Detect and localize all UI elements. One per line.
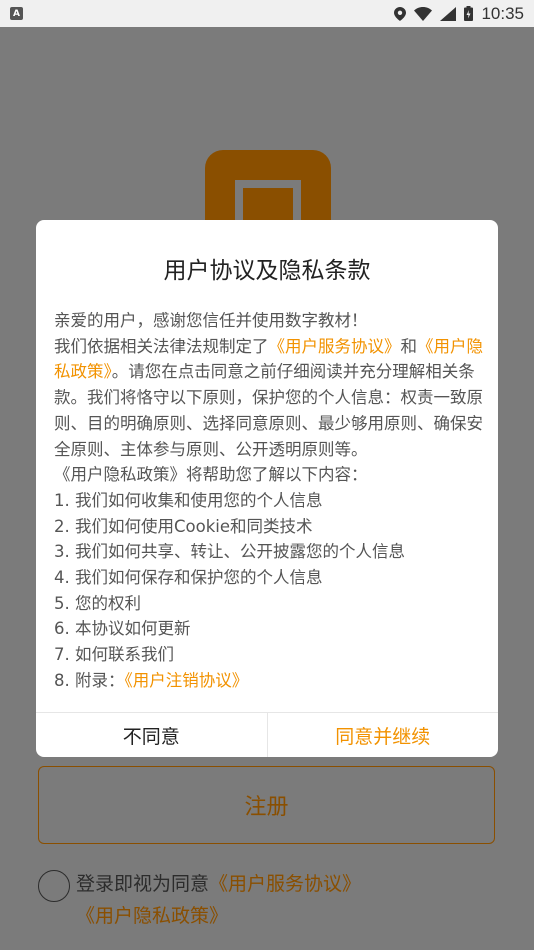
status-bar: A 10:35	[0, 0, 534, 27]
list-item: 7. 如何联系我们	[54, 645, 174, 665]
service-agreement-link[interactable]: 《用户服务协议》	[269, 337, 401, 356]
clock-time: 10:35	[481, 3, 524, 23]
signal-icon	[440, 6, 457, 21]
battery-icon	[464, 6, 474, 21]
list-item: 1. 我们如何收集和使用您的个人信息	[54, 490, 323, 510]
consent-checkbox[interactable]	[38, 870, 70, 902]
consent-text: 登录即视为同意	[76, 873, 210, 895]
and-text: 和	[400, 336, 418, 356]
privacy-policy-link[interactable]: 《用户隐私政策》	[76, 905, 228, 927]
list-item: 5. 您的权利	[54, 593, 141, 613]
list-item: 6. 本协议如何更新	[54, 619, 191, 639]
notification-icon: A	[10, 7, 23, 20]
account-cancellation-link[interactable]: 《用户注销协议》	[125, 671, 249, 690]
list-item: 3. 我们如何共享、转让、公开披露您的个人信息	[54, 542, 405, 562]
register-button-label: 注册	[244, 795, 289, 820]
list-item: 2. 我们如何使用Cookie和同类技术	[54, 516, 313, 536]
greeting-text: 亲爱的用户，感谢您信任并使用数字教材！	[54, 311, 368, 330]
list-item: 8. 附录：《用户注销协议》	[54, 668, 484, 694]
consent-row: 登录即视为同意《用户服务协议》《用户隐私政策》	[38, 868, 498, 932]
agree-continue-button[interactable]: 同意并继续	[268, 713, 499, 757]
dialog-footer: 不同意 同意并继续	[36, 712, 498, 757]
service-agreement-link[interactable]: 《用户服务协议》	[209, 873, 361, 895]
location-icon	[394, 6, 407, 21]
intro-suffix: 。请您在点击同意之前仔细阅读并充分理解相关条款。我们将恪守以下原则，保护您的个人…	[54, 362, 483, 459]
dialog-title: 用户协议及隐私条款	[163, 258, 371, 284]
help-line: 《用户隐私政策》将帮助您了解以下内容：	[54, 465, 368, 485]
privacy-dialog: 用户协议及隐私条款 亲爱的用户，感谢您信任并使用数字教材！ 我们依据相关法律法规…	[36, 220, 498, 757]
item8-prefix: 8. 附录：	[54, 670, 125, 690]
wifi-icon	[414, 6, 433, 21]
status-icons: 10:35	[394, 4, 524, 24]
register-button[interactable]: 注册	[38, 766, 495, 844]
disagree-button[interactable]: 不同意	[36, 713, 268, 757]
list-item: 4. 我们如何保存和保护您的个人信息	[54, 568, 323, 588]
intro-paragraph: 我们依据相关法律法规制定了《用户服务协议》和《用户隐私政策》。请您在点击同意之前…	[54, 334, 484, 463]
intro-prefix: 我们依据相关法律法规制定了	[54, 336, 269, 356]
dialog-body[interactable]: 亲爱的用户，感谢您信任并使用数字教材！ 我们依据相关法律法规制定了《用户服务协议…	[54, 308, 484, 712]
